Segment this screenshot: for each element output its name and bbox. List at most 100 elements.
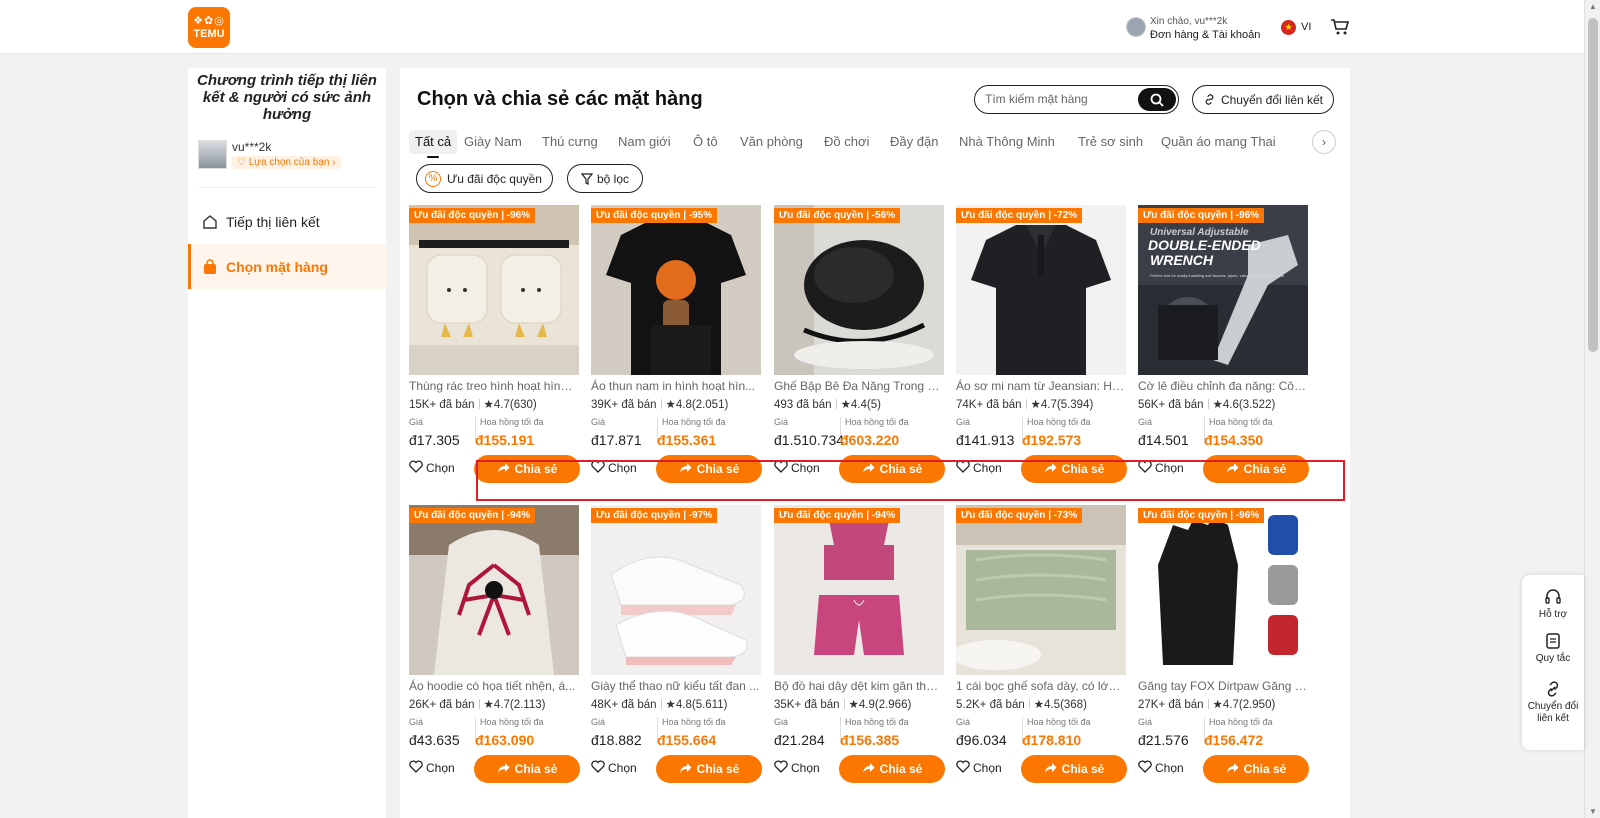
product-name[interactable]: Áo thun nam in hình hoạt hìn... — [591, 379, 761, 393]
share-button[interactable]: Chia sẻ — [839, 755, 945, 783]
vietnam-flag-icon[interactable]: ★ — [1281, 20, 1296, 35]
filter-button[interactable]: bộ lọc — [567, 164, 643, 193]
sold-count: 493 đã bán — [774, 399, 832, 411]
your-picks-link[interactable]: ♡ Lựa chọn của bạn › — [232, 156, 341, 169]
exclusive-deal-label: Ưu đãi độc quyền — [447, 171, 542, 186]
choose-button[interactable]: Chọn — [409, 460, 455, 476]
product-image[interactable]: Universal Adjustable DOUBLE-ENDED WRENCH Pe… — [1138, 205, 1308, 375]
product-name[interactable]: Ghế Bập Bê Đa Năng Trong N... — [774, 379, 944, 393]
sidebar-item-affiliate[interactable]: Tiếp thị liên kết — [188, 199, 386, 244]
scroll-down-arrow-icon[interactable]: ▼ — [1589, 807, 1597, 816]
product-name[interactable]: Cờ lê điều chỉnh đa năng: Côn... — [1138, 379, 1308, 393]
support-button[interactable]: Hỗ trợ — [1522, 587, 1584, 621]
sidebar-item-select-products[interactable]: Chọn mặt hàng — [188, 244, 386, 289]
tab-maternity[interactable]: Quần áo mang Thai — [1158, 130, 1280, 154]
share-label: Chia sẻ — [696, 762, 740, 776]
choose-button[interactable]: Chọn — [409, 760, 455, 776]
product-name[interactable]: Thùng rác treo hình hoạt hình ... — [409, 379, 579, 393]
language-selector[interactable]: VI — [1301, 21, 1311, 33]
choose-button[interactable]: Chọn — [956, 760, 1002, 776]
choose-button[interactable]: Chọn — [1138, 760, 1184, 776]
heart-icon — [591, 760, 605, 776]
tab-pets[interactable]: Thú cưng — [539, 130, 601, 154]
product-image[interactable] — [774, 505, 944, 675]
product-name[interactable]: Găng tay FOX Dirtpaw Găng t... — [1138, 679, 1308, 693]
share-button[interactable]: Chia sẻ — [656, 755, 762, 783]
price-label: Giá — [591, 417, 606, 427]
convert-link-widget-button[interactable]: Chuyển đổi liên kết — [1522, 679, 1584, 725]
product-card[interactable]: Ưu đãi độc quyền | -95% Áo thun nam in hì… — [591, 205, 762, 495]
exclusive-deal-badge: Ưu đãi độc quyền | -96% — [1138, 508, 1265, 523]
product-card[interactable]: Ưu đãi độc quyền | -56% Ghế Bập Bê Đa Năn… — [774, 205, 945, 495]
filter-icon — [580, 172, 593, 185]
tab-plus-size[interactable]: Đầy đặn — [887, 130, 941, 154]
share-button[interactable]: Chia sẻ — [1203, 755, 1309, 783]
price-label: Giá — [774, 417, 789, 427]
product-image[interactable] — [409, 205, 579, 375]
tabs-next-button[interactable]: › — [1312, 130, 1336, 154]
max-commission: đ155.361 — [657, 432, 717, 448]
search-button[interactable] — [1138, 88, 1176, 111]
product-name[interactable]: Áo sơ mi nam từ Jeansian: Ho... — [956, 379, 1126, 393]
share-arrow-icon — [862, 762, 875, 777]
choose-button[interactable]: Chọn — [591, 760, 637, 776]
product-card[interactable]: Ưu đãi độc quyền | -96% Găng tay FOX Dirt… — [1138, 505, 1309, 795]
tab-auto[interactable]: Ô tô — [690, 130, 721, 154]
max-commission: đ192.573 — [1022, 432, 1082, 448]
product-card[interactable]: Ưu đãi độc quyền | -72% Áo sơ mi nam từ J… — [956, 205, 1127, 495]
tab-mens-shoes[interactable]: Giày Nam — [461, 130, 525, 154]
product-price: đ17.871 — [591, 432, 642, 448]
support-label: Hỗ trợ — [1538, 609, 1568, 620]
exclusive-deal-badge: Ưu đãi độc quyền | -73% — [956, 508, 1083, 523]
search-input[interactable] — [985, 92, 1135, 106]
share-button[interactable]: Chia sẻ — [474, 755, 580, 783]
product-card[interactable]: Ưu đãi độc quyền | -94% Bộ đồ hai dây dệt… — [774, 505, 945, 795]
product-name[interactable]: 1 cái bọc ghế sofa dày, có lớp ... — [956, 679, 1126, 693]
heart-icon — [409, 760, 423, 776]
tab-baby[interactable]: Trẻ sơ sinh — [1075, 130, 1146, 154]
product-card[interactable]: Universal Adjustable DOUBLE-ENDED WRENCH Pe… — [1138, 205, 1309, 495]
product-price: đ14.501 — [1138, 432, 1189, 448]
product-image[interactable] — [409, 505, 579, 675]
tab-office[interactable]: Văn phòng — [737, 130, 806, 154]
choose-button[interactable]: Chọn — [774, 760, 820, 776]
scroll-up-arrow-icon[interactable]: ▲ — [1589, 2, 1597, 11]
user-profile: vu***2k ♡ Lựa chọn của bạn › — [198, 140, 378, 170]
exclusive-deal-filter[interactable]: % Ưu đãi độc quyền — [416, 164, 553, 193]
page-scrollbar[interactable]: ▲ ▼ — [1584, 0, 1600, 818]
product-name[interactable]: Giày thể thao nữ kiểu tất đan ... — [591, 679, 761, 693]
share-label: Chia sẻ — [514, 762, 558, 776]
share-label: Chia sẻ — [879, 762, 923, 776]
review-count: (2.051) — [691, 399, 729, 411]
exclusive-deal-badge: Ưu đãi độc quyền | -94% — [409, 508, 536, 523]
product-image[interactable] — [956, 505, 1126, 675]
orders-account-link[interactable]: Đơn hàng & Tài khoản — [1150, 28, 1260, 42]
product-stats: 493 đã bán ★4.4(5) — [774, 397, 881, 411]
scroll-thumb[interactable] — [1588, 18, 1598, 352]
product-card[interactable]: Ưu đãi độc quyền | -96% Thùng rác treo hì… — [409, 205, 580, 495]
cart-icon[interactable] — [1330, 17, 1350, 37]
product-image[interactable] — [1138, 505, 1308, 675]
tab-toys[interactable]: Đồ chơi — [821, 130, 872, 154]
document-icon — [1546, 633, 1560, 649]
product-price: đ17.305 — [409, 432, 460, 448]
product-image[interactable] — [591, 505, 761, 675]
choose-label: Chọn — [791, 761, 820, 775]
product-card[interactable]: Ưu đãi độc quyền | -73% 1 cái bọc ghế sof… — [956, 505, 1127, 795]
rules-button[interactable]: Quy tắc — [1522, 631, 1584, 665]
product-card[interactable]: Ưu đãi độc quyền | -97% Giày thể thao nữ … — [591, 505, 762, 795]
review-count: (3.522) — [1238, 399, 1276, 411]
header-avatar — [1126, 17, 1146, 37]
tab-smart-home[interactable]: Nhà Thông Minh — [956, 130, 1058, 154]
tab-all[interactable]: Tất cả — [409, 130, 458, 158]
product-image[interactable] — [591, 205, 761, 375]
product-name[interactable]: Áo hoodie có họa tiết nhện, á... — [409, 679, 579, 693]
tab-men[interactable]: Nam giới — [615, 130, 674, 154]
temu-logo[interactable]: ❖✿◎ TEMU — [188, 7, 230, 48]
product-image[interactable] — [956, 205, 1126, 375]
product-card[interactable]: Ưu đãi độc quyền | -94% Áo hoodie có họa … — [409, 505, 580, 795]
product-name[interactable]: Bộ đồ hai dây dệt kim gân thư... — [774, 679, 944, 693]
convert-link-button[interactable]: Chuyển đổi liên kết — [1192, 85, 1334, 114]
share-button[interactable]: Chia sẻ — [1021, 755, 1127, 783]
product-image[interactable] — [774, 205, 944, 375]
